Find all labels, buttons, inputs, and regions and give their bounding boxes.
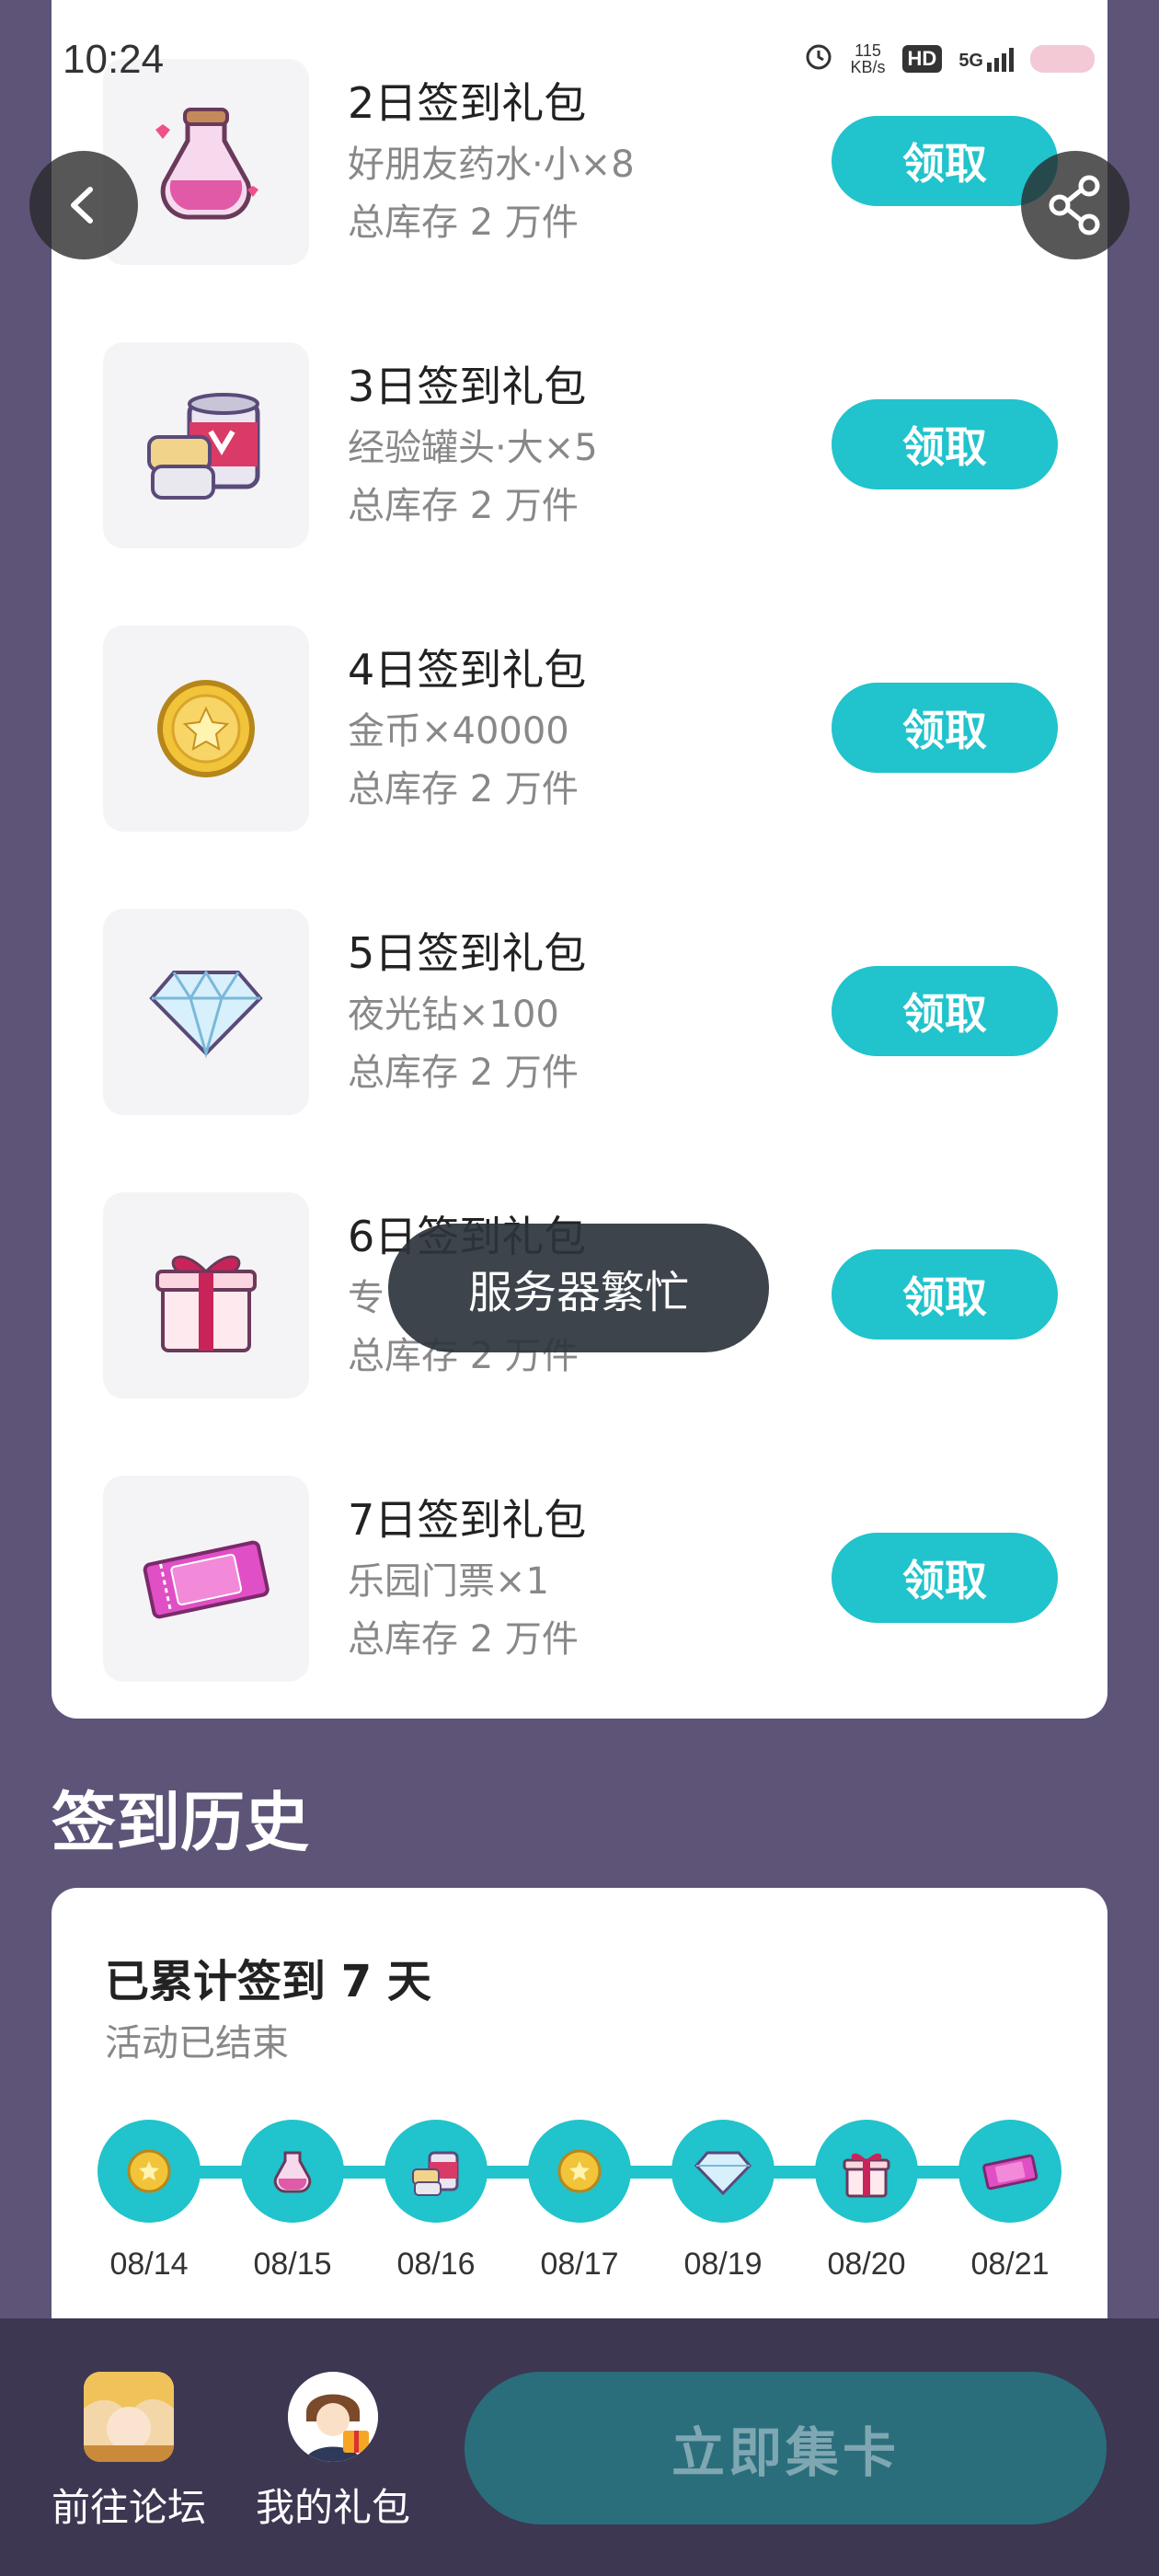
gift-row-day3: 3日签到礼包 经验罐头·大×5 总库存 2 万件 领取 xyxy=(52,342,1107,554)
back-button[interactable] xyxy=(29,151,138,259)
timeline-date: 08/19 xyxy=(683,2247,763,2282)
gift-stock: 总库存 2 万件 xyxy=(348,1052,579,1094)
gift-row-day2: 2日签到礼包 好朋友药水·小×8 总库存 2 万件 领取 xyxy=(52,59,1107,270)
gift-stock: 总库存 2 万件 xyxy=(348,1618,579,1661)
gift-row-day4: 4日签到礼包 金币×40000 总库存 2 万件 领取 xyxy=(52,626,1107,837)
ticket-icon xyxy=(103,1476,309,1682)
timeline-node-gold-coin-icon xyxy=(528,2120,631,2223)
my-gifts-button[interactable]: 我的礼包 xyxy=(241,2372,425,2533)
canned-food-icon xyxy=(103,342,309,548)
claim-button-day3[interactable]: 领取 xyxy=(832,399,1058,489)
gift-title: 2日签到礼包 xyxy=(348,78,587,128)
timeline-date: 08/17 xyxy=(540,2247,619,2282)
gift-desc: 夜光钻×100 xyxy=(348,994,559,1036)
diamond-icon xyxy=(103,909,309,1115)
gift-desc: 乐园门票×1 xyxy=(348,1560,549,1603)
forum-avatar-icon xyxy=(84,2372,174,2462)
forum-label: 前往论坛 xyxy=(51,2485,206,2530)
forum-button[interactable]: 前往论坛 xyxy=(37,2372,221,2533)
my-gifts-avatar-icon xyxy=(288,2372,378,2462)
gift-title: 3日签到礼包 xyxy=(348,362,587,411)
timeline-node-ticket-icon xyxy=(958,2120,1061,2223)
claim-button-day6[interactable]: 领取 xyxy=(832,1249,1058,1340)
timeline-node-gold-coin-icon xyxy=(98,2120,201,2223)
gift-stock: 总库存 2 万件 xyxy=(348,485,579,527)
checkin-count: 已累计签到 7 天 xyxy=(105,1956,431,2007)
toast-message: 服务器繁忙 xyxy=(388,1224,769,1352)
timeline-node-canned-food-icon xyxy=(384,2120,488,2223)
gift-desc: 经验罐头·大×5 xyxy=(348,427,598,469)
potion-icon xyxy=(103,59,309,265)
claim-button-day5[interactable]: 领取 xyxy=(832,966,1058,1056)
gift-desc: 好朋友药水·小×8 xyxy=(348,144,635,186)
timeline-date: 08/20 xyxy=(827,2247,906,2282)
timeline-date: 08/21 xyxy=(970,2247,1050,2282)
timeline-date: 08/15 xyxy=(253,2247,332,2282)
gift-title: 5日签到礼包 xyxy=(348,928,587,978)
gift-desc: 金币×40000 xyxy=(348,710,569,753)
share-icon xyxy=(1049,175,1100,236)
bottom-bar: 前往论坛 我的礼包 立即集卡 xyxy=(0,2318,1159,2576)
history-section-title: 签到历史 xyxy=(52,1785,309,1860)
gift-title: 7日签到礼包 xyxy=(348,1495,587,1545)
timeline-node-gift-box-icon xyxy=(815,2120,918,2223)
gift-row-day7: 7日签到礼包 乐园门票×1 总库存 2 万件 领取 xyxy=(52,1476,1107,1687)
share-button[interactable] xyxy=(1021,151,1130,259)
timeline-node-diamond-icon xyxy=(671,2120,775,2223)
gift-stock: 总库存 2 万件 xyxy=(348,768,579,811)
claim-button-day7[interactable]: 领取 xyxy=(832,1533,1058,1623)
gift-desc: 专 xyxy=(348,1277,384,1319)
chevron-left-icon xyxy=(71,187,93,224)
timeline-date: 08/16 xyxy=(396,2247,476,2282)
activity-status: 活动已结束 xyxy=(105,2022,289,2064)
gift-title: 4日签到礼包 xyxy=(348,645,587,695)
timeline-date: 08/14 xyxy=(109,2247,189,2282)
gift-row-day5: 5日签到礼包 夜光钻×100 总库存 2 万件 领取 xyxy=(52,909,1107,1121)
collect-cards-button[interactable]: 立即集卡 xyxy=(465,2372,1107,2524)
timeline-node-potion-icon xyxy=(241,2120,344,2223)
my-gifts-label: 我的礼包 xyxy=(255,2485,410,2530)
claim-button-day4[interactable]: 领取 xyxy=(832,683,1058,773)
gold-coin-icon xyxy=(103,626,309,832)
gift-box-icon xyxy=(103,1192,309,1398)
gift-stock: 总库存 2 万件 xyxy=(348,201,579,244)
